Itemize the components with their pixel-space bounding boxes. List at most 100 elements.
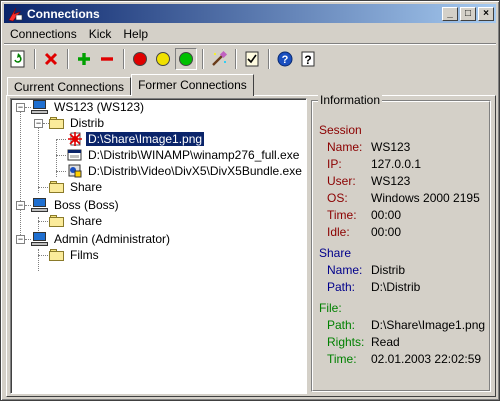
session-name-row: Name: WS123	[327, 140, 410, 154]
session-time-key: Time:	[327, 208, 357, 222]
close-button[interactable]: ×	[478, 6, 494, 21]
session-idle-value: 00:00	[371, 225, 402, 239]
share-name-row: Name: Distrib	[327, 263, 405, 277]
red-light-button[interactable]	[129, 48, 151, 70]
toolbar: ? ?	[7, 47, 320, 71]
file-section-title: File:	[319, 301, 342, 315]
tree-line	[56, 155, 66, 156]
wand-icon	[212, 50, 228, 66]
yellow-light-icon	[156, 52, 170, 66]
maximize-icon: □	[464, 7, 472, 19]
share-path-value: D:\Distrib	[371, 280, 421, 294]
tree-node-admin[interactable]: Admin (Administrator)	[31, 231, 172, 247]
minimize-button[interactable]: _	[442, 6, 458, 21]
menu-help[interactable]: Help	[117, 25, 154, 43]
svg-text:?: ?	[282, 54, 289, 66]
yellow-light-button[interactable]	[152, 48, 174, 70]
session-idle-row: Idle: 00:00	[327, 225, 401, 239]
add-button[interactable]	[73, 48, 95, 70]
menu-help-label: Help	[123, 27, 149, 41]
folder-icon	[49, 248, 65, 262]
context-help-button[interactable]: ?	[297, 48, 319, 70]
connections-tree[interactable]: − WS123 (WS123) − Distrib D:\Share\Image…	[10, 98, 307, 394]
tab-former-connections[interactable]: Former Connections	[131, 74, 254, 96]
tab-current-connections[interactable]: Current Connections	[7, 77, 132, 96]
share-path-key: Path:	[327, 280, 356, 294]
tree-line	[38, 255, 48, 256]
remove-button[interactable]	[96, 48, 118, 70]
tree-node-ws123-label: WS123 (WS123)	[54, 100, 145, 114]
green-light-icon	[179, 52, 193, 66]
tree-node-file-image1-label: D:\Share\Image1.png	[84, 131, 206, 147]
tree-node-file-winamp-label: D:\Distrib\WINAMP\winamp276_full.exe	[88, 148, 300, 162]
collapse-toggle[interactable]: −	[34, 119, 43, 128]
tree-node-ws123[interactable]: WS123 (WS123)	[31, 99, 146, 115]
tree-node-boss[interactable]: Boss (Boss)	[31, 197, 121, 213]
tree-line	[56, 171, 66, 172]
tree-line	[56, 139, 66, 140]
information-title: Information	[318, 93, 383, 107]
toolbar-separator	[235, 49, 237, 69]
computer-icon	[31, 197, 49, 213]
tree-node-file-divx-label: D:\Distrib\Video\DivX5\DivX5Bundle.exe	[88, 164, 302, 178]
window-title: Connections	[27, 6, 100, 21]
session-name-key: Name:	[327, 140, 363, 154]
tab-strip: Current Connections Former Connections	[7, 74, 254, 96]
toolbar-separator	[34, 49, 36, 69]
toolbar-separator	[202, 49, 204, 69]
tree-node-file-divx[interactable]: D:\Distrib\Video\DivX5\DivX5Bundle.exe	[67, 163, 304, 179]
title-bar[interactable]: Connections _ □ ×	[4, 4, 496, 23]
tree-line	[20, 111, 21, 239]
tree-node-distrib[interactable]: Distrib	[49, 115, 106, 131]
tree-node-share-ws123-label: Share	[70, 180, 103, 194]
tree-line	[38, 221, 48, 222]
menu-connections[interactable]: Connections	[4, 25, 83, 43]
tree-node-share-ws123[interactable]: Share	[49, 179, 104, 195]
session-time-value: 00:00	[371, 208, 402, 222]
checklist-icon	[245, 51, 259, 67]
file-rights-key: Rights:	[327, 335, 365, 349]
file-path-key: Path:	[327, 318, 356, 332]
green-light-button[interactable]	[175, 48, 197, 70]
computer-icon	[31, 99, 49, 115]
session-ip-value: 127.0.0.1	[371, 157, 422, 171]
tree-node-file-image1[interactable]: D:\Share\Image1.png	[67, 131, 206, 147]
share-path-row: Path: D:\Distrib	[327, 280, 420, 294]
close-icon: ×	[483, 7, 489, 19]
computer-icon	[31, 231, 49, 247]
file-rights-row: Rights: Read	[327, 335, 400, 349]
installer-file-icon	[67, 163, 83, 179]
toolbar-separator	[67, 49, 69, 69]
file-time-row: Time: 02.01.2003 22:02:59	[327, 352, 481, 366]
file-time-value: 02.01.2003 22:02:59	[371, 352, 482, 366]
wand-button[interactable]	[208, 48, 230, 70]
folder-icon	[49, 116, 65, 130]
folder-icon	[49, 214, 65, 228]
toolbar-separator	[123, 49, 125, 69]
collapse-toggle[interactable]: −	[16, 235, 25, 244]
menu-bar: Connections Kick Help	[4, 25, 154, 43]
delete-button[interactable]	[40, 48, 62, 70]
remove-icon	[101, 57, 113, 61]
tree-node-films[interactable]: Films	[49, 247, 101, 263]
add-icon	[78, 53, 90, 65]
help-button[interactable]: ?	[274, 48, 296, 70]
svg-text:?: ?	[304, 53, 311, 67]
menu-kick[interactable]: Kick	[83, 25, 118, 43]
checklist-button[interactable]	[241, 48, 263, 70]
tree-node-boss-label: Boss (Boss)	[54, 198, 119, 212]
red-light-icon	[133, 52, 147, 66]
collapse-toggle[interactable]: −	[16, 103, 25, 112]
tree-line	[38, 123, 39, 193]
session-user-value: WS123	[371, 174, 411, 188]
collapse-toggle[interactable]: −	[16, 201, 25, 210]
tree-node-distrib-label: Distrib	[70, 116, 105, 130]
session-os-key: OS:	[327, 191, 348, 205]
tree-node-share-boss[interactable]: Share	[49, 213, 104, 229]
maximize-button[interactable]: □	[460, 6, 476, 21]
tree-node-file-winamp[interactable]: D:\Distrib\WINAMP\winamp276_full.exe	[67, 147, 301, 163]
toolbar-separator	[268, 49, 270, 69]
session-section-title: Session	[319, 123, 362, 137]
menu-separator	[4, 43, 496, 45]
refresh-button[interactable]	[7, 48, 29, 70]
